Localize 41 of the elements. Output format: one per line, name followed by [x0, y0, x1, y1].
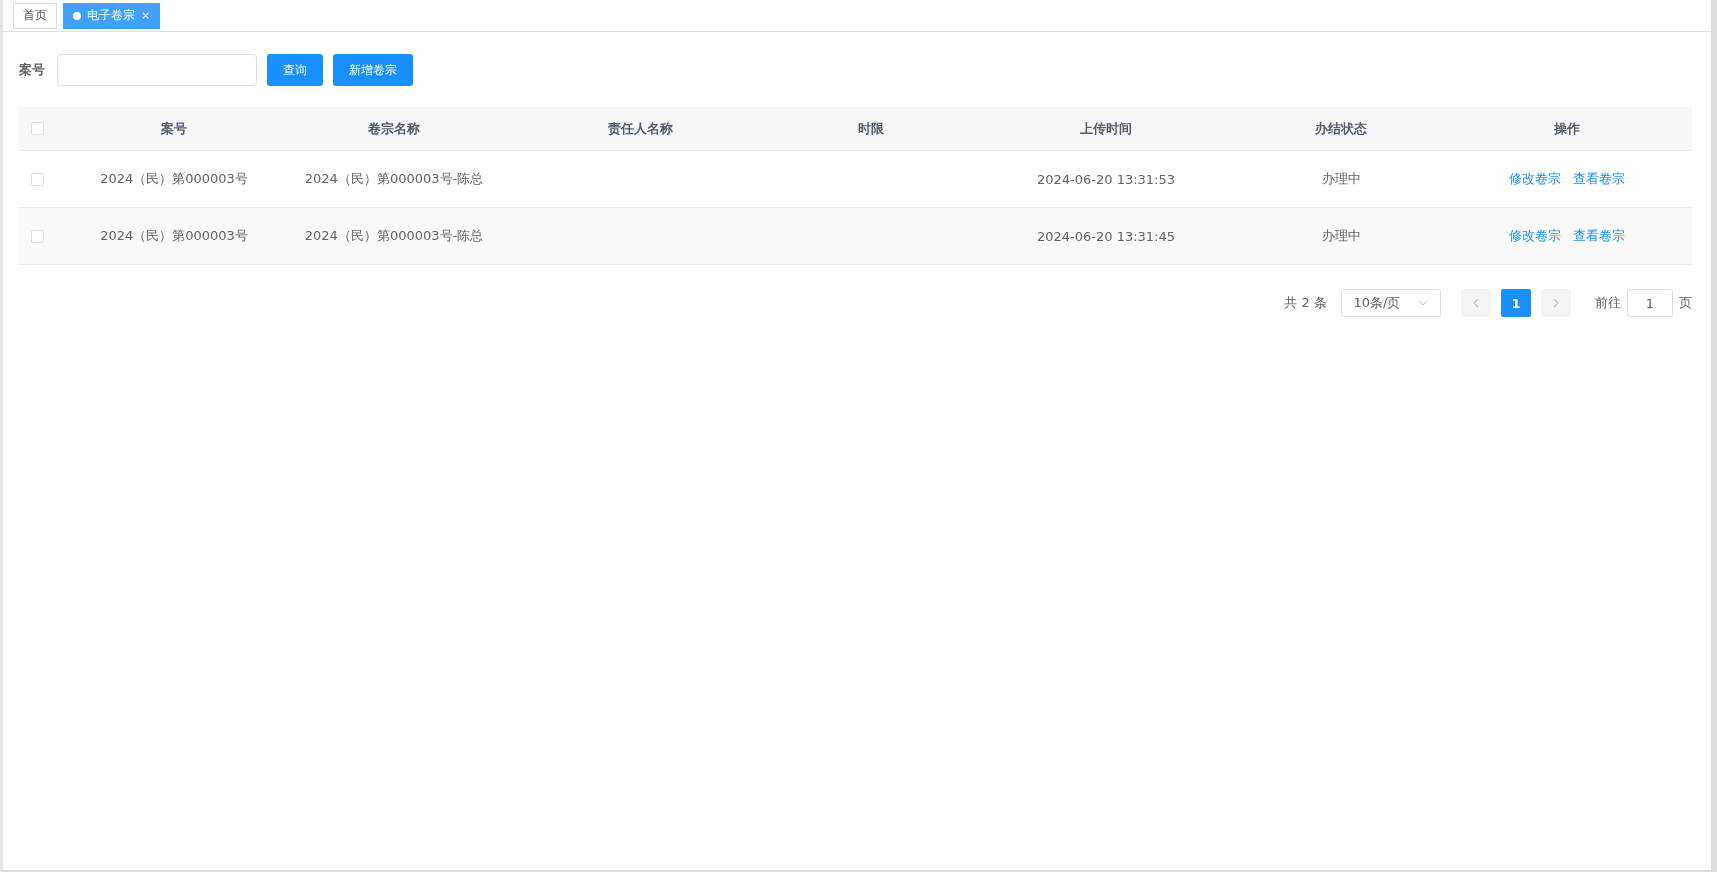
column-header: 卷宗名称 [367, 119, 421, 138]
tab[interactable]: 首页 [13, 2, 57, 29]
dot-icon [73, 11, 81, 20]
column-header: 时限 [857, 119, 885, 138]
page-input[interactable]: 1 [1627, 289, 1673, 317]
table-cell-text: 办理中 [1320, 227, 1362, 245]
column-header: 办结状态 [1314, 119, 1368, 138]
table-cell-text: 2024（民）第000003号 [99, 227, 249, 245]
column-header: 责任人名称 [606, 119, 674, 138]
table-cell-text: 2024（民）第000003号-陈总 [303, 170, 485, 188]
checkbox[interactable] [31, 229, 44, 243]
link[interactable]: 修改卷宗 [1509, 170, 1561, 188]
column-header: 操作 [1553, 119, 1581, 138]
checkbox[interactable] [31, 122, 44, 135]
chevron-down-icon [1418, 300, 1429, 306]
table-cell-text: 办理中 [1320, 170, 1362, 188]
input-field[interactable] [57, 54, 257, 86]
previous-page-button[interactable] [1461, 289, 1491, 317]
link[interactable]: 查看卷宗 [1573, 227, 1625, 245]
page-button[interactable]: 1 [1501, 289, 1531, 317]
checkbox[interactable] [31, 172, 44, 186]
table-cell-text: 2024-06-20 13:31:53 [1035, 171, 1177, 187]
button[interactable]: 新增卷宗 [333, 54, 413, 86]
page-size-select[interactable]: 10条/页 [1341, 289, 1441, 317]
goto-label: 前往 [1595, 294, 1621, 312]
table-cell-text: 2024-06-20 13:31:45 [1035, 228, 1177, 244]
total-count: 共 2 条 [1284, 294, 1327, 312]
column-header: 案号 [160, 119, 188, 138]
link[interactable]: 修改卷宗 [1509, 227, 1561, 245]
table-cell-text: 2024（民）第000003号 [99, 170, 249, 188]
field-label: 案号 [19, 61, 45, 79]
next-page-button[interactable] [1541, 289, 1571, 317]
tab[interactable]: 电子卷宗 × [63, 2, 161, 29]
page-suffix: 页 [1679, 294, 1692, 312]
column-header: 上传时间 [1079, 119, 1133, 138]
table-cell-text: 2024（民）第000003号-陈总 [303, 227, 485, 245]
button[interactable]: 查询 [267, 54, 323, 86]
link[interactable]: 查看卷宗 [1573, 170, 1625, 188]
chevron-left-icon [1473, 298, 1479, 308]
chevron-right-icon [1553, 298, 1559, 308]
close-icon[interactable]: × [141, 9, 151, 22]
